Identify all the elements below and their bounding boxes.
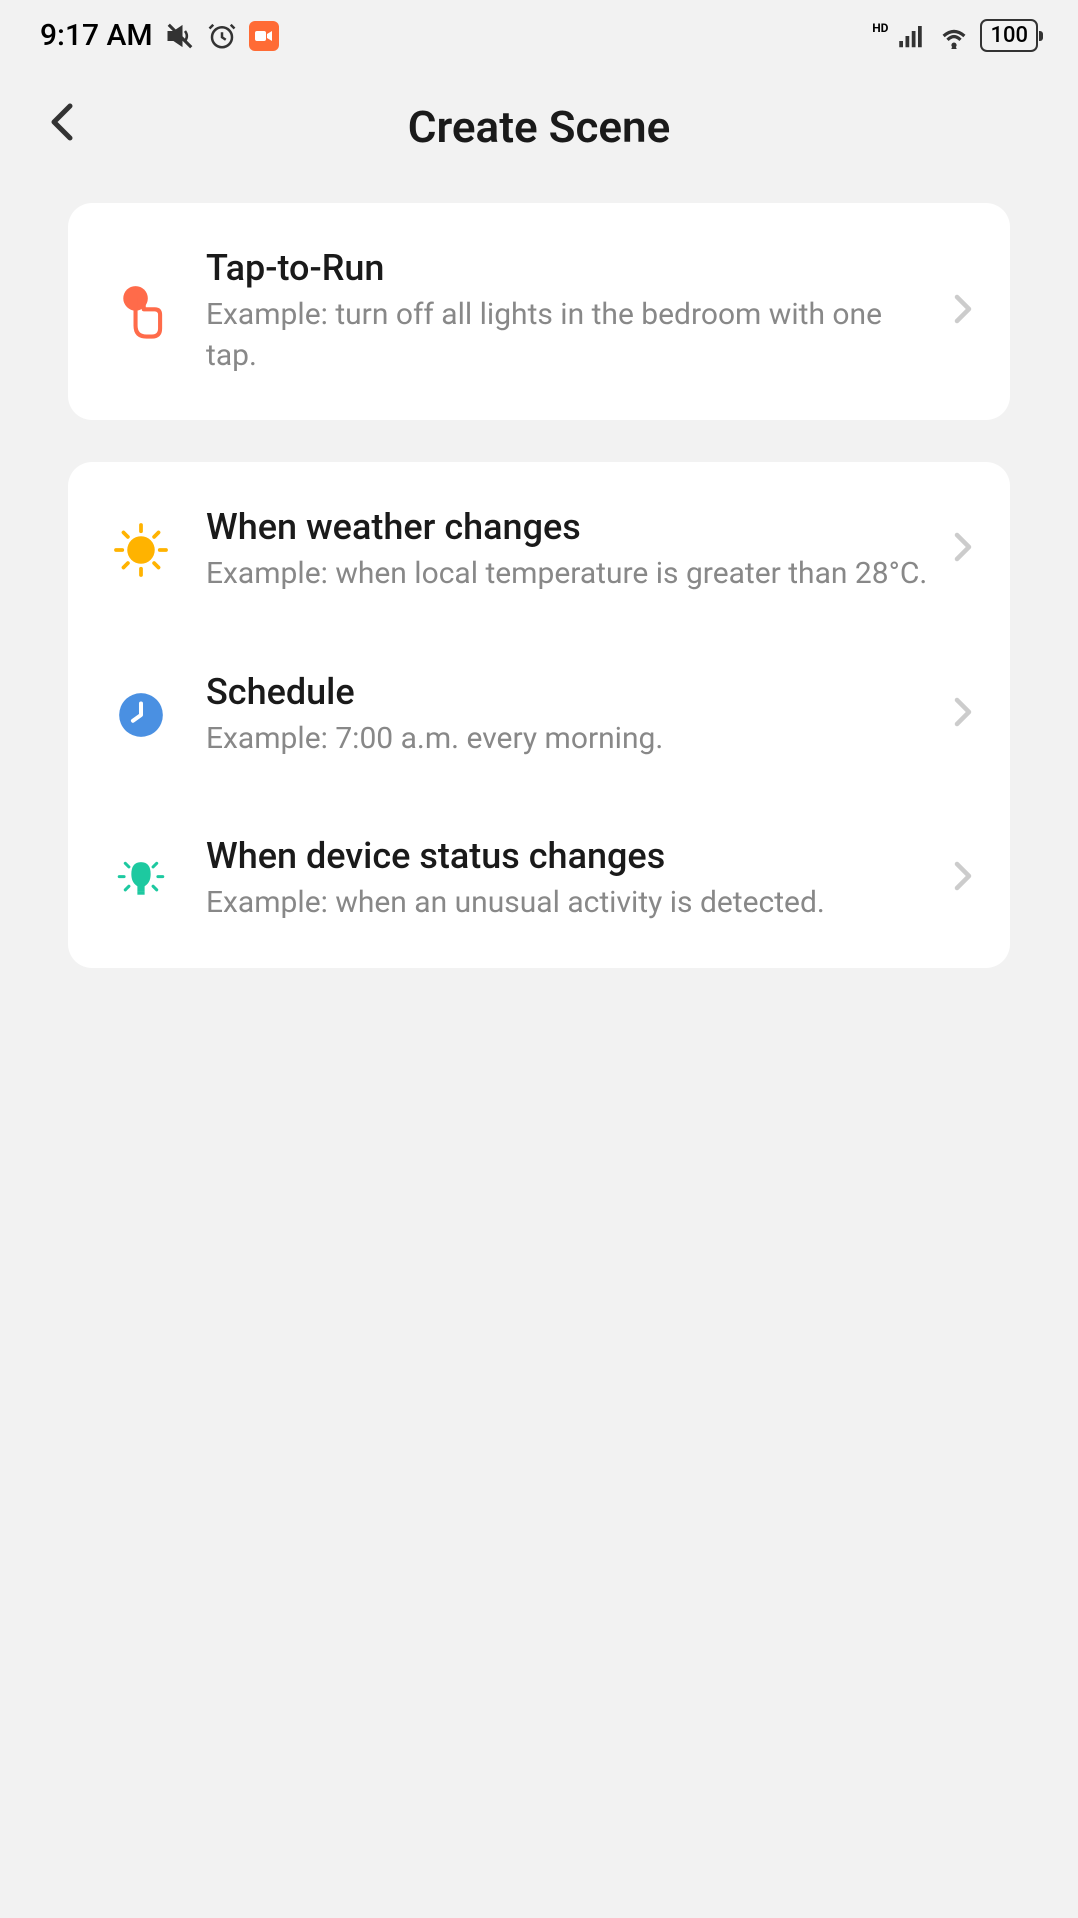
option-tap-to-run[interactable]: Tap-to-Run Example: turn off all lights …: [68, 203, 1010, 420]
signal-icon: [898, 23, 928, 49]
header: Create Scene: [0, 71, 1078, 203]
option-weather[interactable]: When weather changes Example: when local…: [68, 462, 1010, 639]
chevron-right-icon: [954, 291, 972, 333]
alarm-icon: [207, 21, 237, 51]
item-description: Example: 7:00 a.m. every morning.: [206, 719, 934, 760]
item-text: Schedule Example: 7:00 a.m. every mornin…: [176, 671, 954, 760]
content: Tap-to-Run Example: turn off all lights …: [0, 203, 1078, 968]
item-description: Example: turn off all lights in the bedr…: [206, 295, 934, 376]
sun-icon: [106, 520, 176, 580]
item-title: When weather changes: [206, 506, 934, 548]
item-title: Tap-to-Run: [206, 247, 934, 289]
chevron-right-icon: [954, 858, 972, 900]
status-time: 9:17 AM: [40, 18, 153, 53]
item-text: When device status changes Example: when…: [176, 835, 954, 924]
chevron-right-icon: [954, 529, 972, 571]
option-schedule[interactable]: Schedule Example: 7:00 a.m. every mornin…: [68, 639, 1010, 804]
record-icon: [249, 21, 279, 51]
item-text: Tap-to-Run Example: turn off all lights …: [176, 247, 954, 376]
tap-icon: [106, 282, 176, 342]
page-title: Create Scene: [50, 101, 1028, 153]
card-conditions: When weather changes Example: when local…: [68, 462, 1010, 968]
item-description: Example: when an unusual activity is det…: [206, 883, 934, 924]
status-right: HD 100: [872, 19, 1038, 52]
clock-icon: [106, 692, 176, 738]
item-title: When device status changes: [206, 835, 934, 877]
card-tap-to-run: Tap-to-Run Example: turn off all lights …: [68, 203, 1010, 420]
wifi-icon: [938, 23, 970, 49]
battery-indicator: 100: [980, 19, 1038, 52]
option-device-status[interactable]: When device status changes Example: when…: [68, 803, 1010, 968]
status-bar: 9:17 AM HD: [0, 0, 1078, 71]
back-button[interactable]: [50, 101, 74, 153]
mute-icon: [165, 21, 195, 51]
chevron-right-icon: [954, 694, 972, 736]
item-text: When weather changes Example: when local…: [176, 506, 954, 595]
item-title: Schedule: [206, 671, 934, 713]
bulb-icon: [106, 850, 176, 908]
status-left: 9:17 AM: [40, 18, 279, 53]
item-description: Example: when local temperature is great…: [206, 554, 934, 595]
hd-label: HD: [872, 21, 888, 35]
